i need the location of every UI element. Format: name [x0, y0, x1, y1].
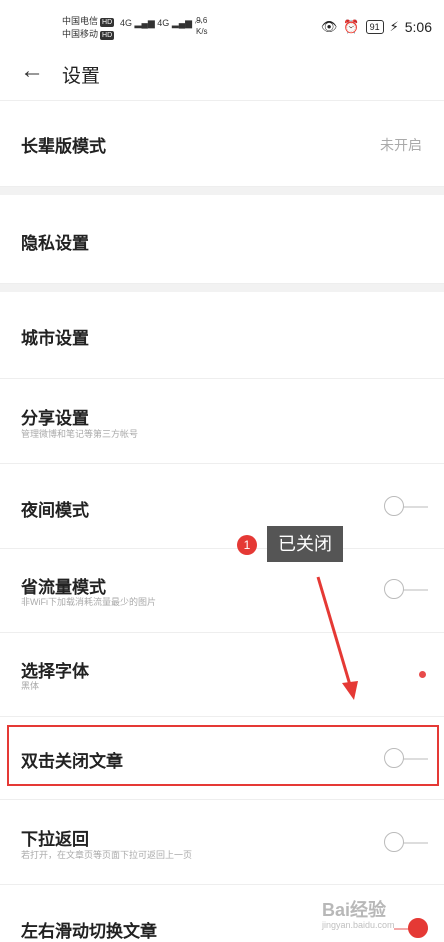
- speed-value: 9.6: [196, 16, 208, 25]
- settings-row-city[interactable]: 城市设置: [0, 292, 444, 379]
- signal-2-label: 4G: [157, 18, 170, 28]
- speed-unit: K/s: [196, 27, 208, 36]
- pull-back-label: 下拉返回: [21, 830, 89, 849]
- night-label: 夜间模式: [21, 501, 89, 520]
- status-right: 👁 ⏰ 91 ⚡ 5:06: [321, 19, 432, 35]
- highlight-box: [7, 725, 439, 786]
- hd-badge-2: HD: [100, 31, 115, 40]
- toggle-knob: [384, 579, 404, 599]
- watermark-text: Bai经验: [322, 900, 387, 920]
- signal-1-label: 4G: [120, 18, 133, 28]
- signal-bars-icon: ▂▄▆: [134, 18, 155, 28]
- annotation-arrow-icon: [316, 576, 358, 700]
- clock: 5:06: [404, 19, 432, 35]
- section-divider-2: [0, 284, 444, 292]
- share-sub: 管理微博和笔记等第三方帐号: [21, 429, 139, 439]
- step-badge: 1: [237, 535, 257, 555]
- network-speed: 9.6 K/s: [196, 15, 208, 37]
- page-title: 设置: [62, 66, 101, 87]
- hd-badge-1: HD: [100, 18, 115, 27]
- signal-bars-icon-2: ▂▄▆: [171, 18, 193, 28]
- watermark: Bai经验 jingyan.baidu.com: [322, 896, 395, 930]
- charging-icon: ⚡: [389, 19, 399, 34]
- settings-row-share[interactable]: 分享设置 管理微博和笔记等第三方帐号: [0, 379, 444, 464]
- toggle-knob: [408, 918, 428, 938]
- data-saver-sub: 非WiFi下加载消耗流量最少的图片: [21, 597, 156, 607]
- pull-back-toggle[interactable]: [384, 831, 430, 855]
- app-header: ← 设置: [0, 44, 444, 101]
- status-bar: 中国电信 HD 中国移动 HD 4G ▂▄▆ 4G ▂▄▆ ◠ 9.6 K/s 👁 …: [0, 0, 444, 44]
- elder-mode-label: 长辈版模式: [21, 137, 106, 156]
- share-label: 分享设置: [21, 409, 89, 428]
- section-divider: [0, 187, 444, 195]
- signal-icons: 4G ▂▄▆ 4G ▂▄▆ ◠: [120, 18, 202, 29]
- carrier-1: 中国电信: [62, 16, 99, 26]
- settings-row-night[interactable]: 夜间模式: [0, 464, 444, 549]
- watermark-domain: jingyan.baidu.com: [322, 920, 395, 930]
- battery-icon: 91: [365, 20, 384, 34]
- settings-row-pull-back[interactable]: 下拉返回 若打开，在文章页等页面下拉可返回上一页: [0, 800, 444, 885]
- eye-icon: 👁: [320, 19, 338, 34]
- night-toggle[interactable]: [384, 495, 430, 519]
- pull-back-sub: 若打开，在文章页等页面下拉可返回上一页: [21, 850, 193, 860]
- font-sub: 黑体: [21, 681, 40, 691]
- back-arrow-icon[interactable]: ←: [20, 58, 44, 84]
- toggle-knob: [384, 496, 404, 516]
- toggle-knob: [384, 832, 404, 852]
- carrier-2: 中国移动: [62, 29, 99, 39]
- settings-row-elder-mode[interactable]: 长辈版模式 未开启: [0, 100, 444, 187]
- elder-mode-value: 未开启: [380, 137, 422, 153]
- settings-row-data-saver[interactable]: 省流量模式 非WiFi下加载消耗流量最少的图片: [0, 549, 444, 633]
- new-dot-indicator: [419, 671, 426, 678]
- city-label: 城市设置: [21, 329, 89, 348]
- privacy-label: 隐私设置: [21, 234, 89, 253]
- data-saver-toggle[interactable]: [384, 578, 430, 602]
- swipe-label: 左右滑动切换文章: [21, 922, 157, 941]
- carrier-info: 中国电信 HD 中国移动 HD: [62, 15, 115, 41]
- alarm-icon: ⏰: [343, 19, 360, 34]
- settings-row-font[interactable]: 选择字体 黑体: [0, 633, 444, 717]
- settings-row-privacy[interactable]: 隐私设置: [0, 195, 444, 284]
